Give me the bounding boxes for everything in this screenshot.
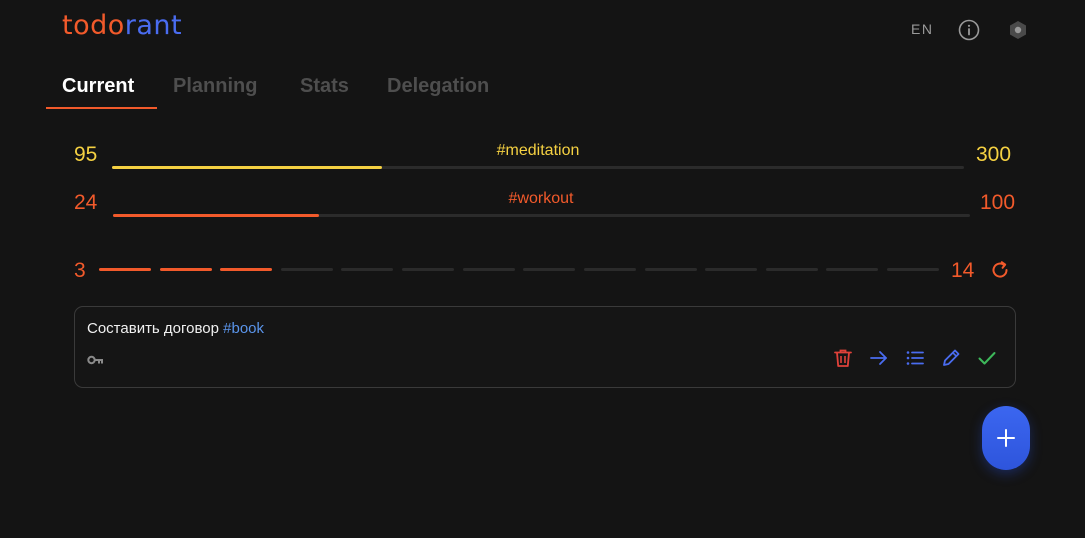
epic-segment bbox=[766, 268, 818, 271]
todo-card[interactable]: Составить договор #book bbox=[74, 306, 1016, 388]
meditation-current: 95 bbox=[74, 143, 98, 166]
epic-segment bbox=[887, 268, 939, 271]
refresh-icon[interactable] bbox=[989, 259, 1011, 281]
plus-icon bbox=[997, 429, 1015, 447]
add-todo-button[interactable] bbox=[982, 406, 1030, 470]
active-tab-underline bbox=[46, 107, 157, 109]
info-icon[interactable] bbox=[958, 19, 980, 41]
epic-segment bbox=[645, 268, 697, 271]
logo-part-rant: rant bbox=[124, 10, 183, 41]
epic-segment bbox=[523, 268, 575, 271]
epics-segments bbox=[99, 268, 939, 272]
epic-segment bbox=[463, 268, 515, 271]
meditation-tag[interactable]: #meditation bbox=[497, 141, 580, 161]
meditation-progress-bar bbox=[112, 166, 964, 169]
workout-progress-bar bbox=[113, 214, 970, 217]
workout-tag[interactable]: #workout bbox=[509, 189, 574, 209]
epic-segment bbox=[99, 268, 151, 271]
epics-total-count: 14 bbox=[951, 259, 975, 282]
epic-segment bbox=[341, 268, 393, 271]
arrow-right-icon[interactable] bbox=[868, 347, 890, 369]
epic-segment bbox=[584, 268, 636, 271]
tab-delegation[interactable]: Delegation bbox=[387, 70, 489, 108]
tab-stats[interactable]: Stats bbox=[300, 70, 349, 108]
workout-goal: 100 bbox=[980, 191, 1016, 214]
epic-segment bbox=[281, 268, 333, 271]
workout-current: 24 bbox=[74, 191, 98, 214]
epic-segment bbox=[402, 268, 454, 271]
key-icon bbox=[87, 353, 104, 365]
epics-done-count: 3 bbox=[74, 259, 86, 282]
tab-current[interactable]: Current bbox=[62, 70, 134, 108]
todo-text-body: Составить договор bbox=[87, 320, 224, 337]
todo-text: Составить договор #book bbox=[87, 320, 264, 338]
app-logo[interactable]: todorant bbox=[62, 10, 182, 42]
settings-hex-icon[interactable] bbox=[1007, 19, 1029, 41]
workout-progress-fill bbox=[113, 214, 319, 217]
list-icon[interactable] bbox=[904, 347, 926, 369]
epic-segment bbox=[826, 268, 878, 271]
logo-part-todo: todo bbox=[62, 10, 125, 41]
app-root: todorant EN Current Planning Stats Deleg… bbox=[0, 0, 1085, 538]
todo-hashtag[interactable]: #book bbox=[223, 320, 264, 337]
tab-planning[interactable]: Planning bbox=[173, 70, 257, 108]
epic-segment bbox=[705, 268, 757, 271]
language-switch[interactable]: EN bbox=[911, 21, 933, 37]
epic-segment bbox=[160, 268, 212, 271]
check-icon[interactable] bbox=[976, 347, 998, 369]
epic-segment bbox=[220, 268, 272, 271]
pencil-icon[interactable] bbox=[940, 347, 962, 369]
meditation-progress-fill bbox=[112, 166, 382, 169]
trash-icon[interactable] bbox=[832, 347, 854, 369]
meditation-goal: 300 bbox=[976, 143, 1012, 166]
